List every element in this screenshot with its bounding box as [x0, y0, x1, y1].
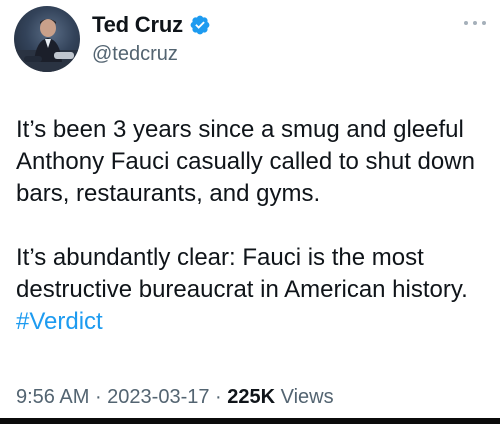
dot	[482, 21, 486, 25]
tweet-date[interactable]: 2023-03-17	[107, 386, 209, 408]
tweet-time[interactable]: 9:56 AM	[16, 386, 89, 408]
tweet-paragraph-2: It’s abundantly clear: Fauci is the most…	[16, 242, 490, 338]
hashtag-link[interactable]: #Verdict	[16, 308, 103, 335]
verified-badge-icon	[189, 14, 211, 36]
meta-separator: ·	[89, 386, 108, 408]
author-handle[interactable]: @tedcruz	[92, 43, 178, 66]
tweet-meta: 9:56 AM · 2023-03-17 · 225K Views	[16, 386, 334, 409]
views-count: 225K	[227, 386, 276, 408]
meta-separator: ·	[209, 386, 228, 408]
tweet-text: It’s been 3 years since a smug and gleef…	[16, 114, 490, 338]
more-options-icon[interactable]	[464, 18, 486, 28]
author-display-name[interactable]: Ted Cruz	[92, 12, 183, 38]
tweet-paragraph-1: It’s been 3 years since a smug and gleef…	[16, 116, 475, 207]
dot	[473, 21, 477, 25]
tweet-card: Ted Cruz @tedcruz It’s been 3 years sinc…	[0, 0, 500, 424]
dot	[464, 21, 468, 25]
bottom-divider	[0, 418, 500, 424]
views-label: Views	[275, 386, 334, 408]
author-name-row: Ted Cruz	[92, 12, 211, 38]
avatar[interactable]	[14, 6, 80, 72]
tweet-paragraph-2-text: It’s abundantly clear: Fauci is the most…	[16, 244, 468, 303]
avatar-image	[14, 19, 80, 72]
